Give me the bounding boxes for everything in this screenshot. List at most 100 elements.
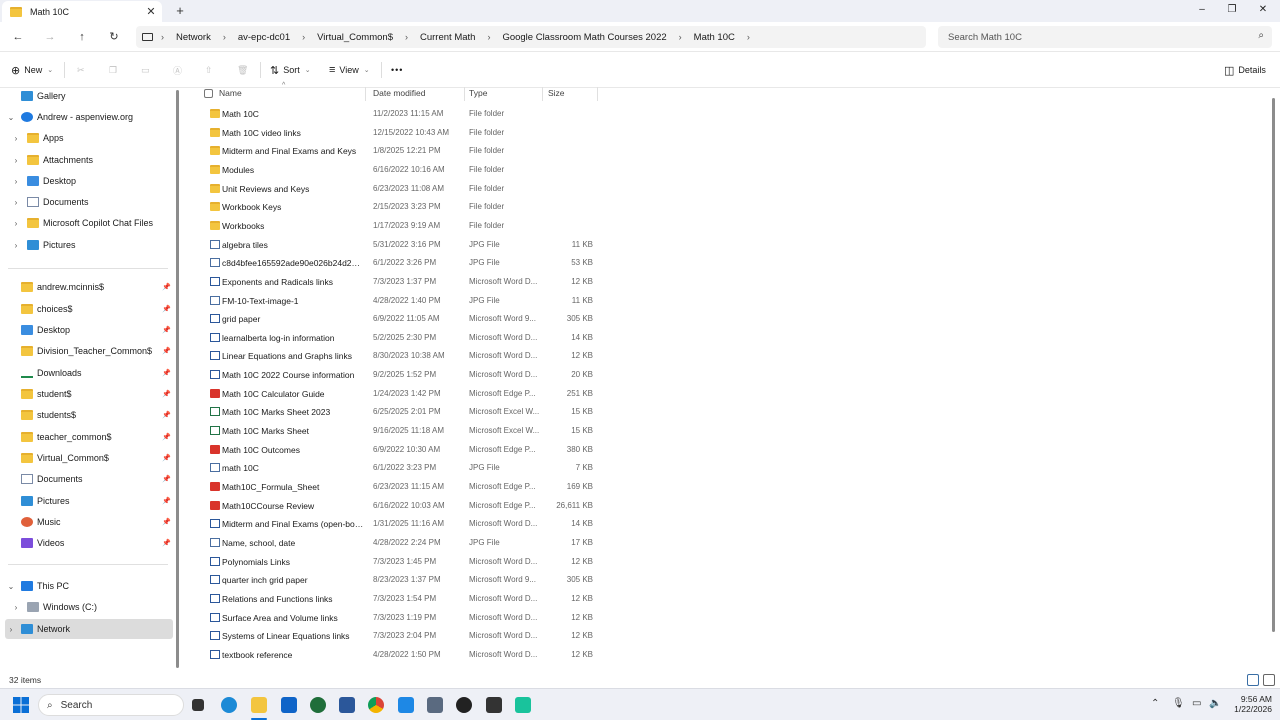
taskbar-search[interactable]: ⌕ Search: [38, 694, 184, 716]
app-icon[interactable]: [515, 697, 531, 713]
file-row[interactable]: quarter inch grid paper 8/23/2023 1:37 PM…: [193, 571, 598, 589]
windows-start-icon[interactable]: [13, 697, 29, 713]
file-row[interactable]: FM-10-Text-image-1 4/28/2022 1:40 PM JPG F…: [193, 292, 598, 310]
nav-item-documents[interactable]: › Documents: [0, 192, 175, 212]
column-divider[interactable]: [542, 87, 543, 101]
nav-item-windows-c[interactable]: › Windows (C:): [0, 597, 175, 617]
chevron-right-icon[interactable]: ›: [11, 156, 21, 165]
quick-access-pictures[interactable]: Pictures 📌: [0, 491, 175, 511]
breadcrumb-math-10c[interactable]: Math 10C: [694, 32, 735, 43]
outlook-icon[interactable]: [281, 697, 297, 713]
clock[interactable]: 9:56 AM 1/22/2026: [1222, 694, 1272, 714]
maximize-button[interactable]: ❐: [1217, 0, 1247, 20]
tab-math-10c[interactable]: Math 10C ✕: [2, 1, 162, 22]
chevron-down-icon[interactable]: ⌄: [6, 113, 16, 122]
nav-item-attachments[interactable]: › Attachments: [0, 150, 175, 170]
file-row[interactable]: learnalberta log-in information 5/2/2025 …: [193, 329, 598, 347]
breadcrumb-network[interactable]: Network: [176, 32, 211, 43]
file-row[interactable]: Polynomials Links 7/3/2023 1:45 PM Microso…: [193, 553, 598, 571]
file-row[interactable]: Linear Equations and Graphs links 8/30/20…: [193, 347, 598, 365]
chrome-icon[interactable]: [368, 697, 384, 713]
file-row[interactable]: c8d4bfee165592ade90e026b24d25864 6/1/2022…: [193, 254, 598, 272]
quick-access-teacher-common-[interactable]: teacher_common$ 📌: [0, 427, 175, 447]
column-divider[interactable]: [464, 87, 465, 101]
chevron-right-icon[interactable]: ›: [747, 32, 750, 42]
app-icon[interactable]: [456, 697, 472, 713]
breadcrumb-share[interactable]: Virtual_Common$: [317, 32, 393, 43]
edge-browser-icon[interactable]: [221, 697, 237, 713]
file-row[interactable]: algebra tiles 5/31/2022 3:16 PM JPG File 11…: [193, 236, 598, 254]
share-icon[interactable]: ⇧: [205, 63, 213, 77]
quick-access-documents[interactable]: Documents 📌: [0, 469, 175, 489]
forward-button[interactable]: →: [42, 29, 58, 45]
column-header-type[interactable]: Type: [469, 88, 487, 98]
display-icon[interactable]: ▭: [1192, 698, 1201, 709]
file-row[interactable]: Workbooks 1/17/2023 9:19 AM File folder: [193, 217, 598, 235]
chevron-right-icon[interactable]: ›: [6, 625, 16, 634]
nav-item-network[interactable]: › Network: [5, 619, 173, 639]
nav-item-apps[interactable]: › Apps: [0, 128, 175, 148]
file-row[interactable]: Systems of Linear Equations links 7/3/202…: [193, 627, 598, 645]
file-row[interactable]: Midterm and Final Exams (open-book ... 1/…: [193, 515, 598, 533]
column-divider[interactable]: [365, 87, 366, 101]
quick-access-music[interactable]: Music 📌: [0, 512, 175, 532]
breadcrumb-current-math[interactable]: Current Math: [420, 32, 475, 43]
file-explorer-icon[interactable]: [251, 697, 267, 713]
nav-item-onedrive[interactable]: ⌄ Andrew - aspenview.org: [0, 107, 175, 127]
column-divider[interactable]: [597, 87, 598, 101]
file-row[interactable]: Math 10C Outcomes 6/9/2022 10:30 AM Micros…: [193, 441, 598, 459]
quick-access-division-teacher-common-[interactable]: Division_Teacher_Common$ 📌: [0, 341, 175, 361]
word-icon[interactable]: [339, 697, 355, 713]
file-row[interactable]: Exponents and Radicals links 7/3/2023 1:3…: [193, 273, 598, 291]
cut-icon[interactable]: ✂: [77, 63, 85, 77]
chevron-right-icon[interactable]: ›: [11, 241, 21, 250]
file-row[interactable]: Math 10C 11/2/2023 11:15 AM File folder: [193, 105, 598, 123]
chevron-right-icon[interactable]: ›: [11, 219, 21, 228]
up-button[interactable]: ↑: [74, 29, 90, 45]
file-row[interactable]: Relations and Functions links 7/3/2023 1:…: [193, 590, 598, 608]
close-window-button[interactable]: ✕: [1248, 0, 1278, 20]
file-row[interactable]: grid paper 6/9/2022 11:05 AM Microsoft Wor…: [193, 310, 598, 328]
file-row[interactable]: Math 10C 2022 Course information 9/2/2025…: [193, 366, 598, 384]
details-view-icon[interactable]: [1247, 674, 1259, 686]
sort-button[interactable]: ⇅ Sort ⌄: [270, 63, 311, 77]
quick-access-videos[interactable]: Videos 📌: [0, 533, 175, 553]
select-all-checkbox[interactable]: [204, 89, 213, 98]
app-icon[interactable]: [486, 697, 502, 713]
file-row[interactable]: Unit Reviews and Keys 6/23/2023 11:08 AM F…: [193, 180, 598, 198]
close-tab-icon[interactable]: ✕: [144, 5, 158, 18]
nav-item-desktop[interactable]: › Desktop: [0, 171, 175, 191]
nav-scrollbar[interactable]: [176, 90, 179, 668]
speaker-icon[interactable]: 🔈: [1209, 698, 1221, 709]
nav-item-this-pc[interactable]: ⌄ This PC: [0, 576, 175, 596]
file-row[interactable]: Math10C_Formula_Sheet 6/23/2023 11:15 AM M…: [193, 478, 598, 496]
file-list-scrollbar[interactable]: [1272, 98, 1275, 632]
view-button[interactable]: ≡ View ⌄: [329, 63, 370, 77]
more-options-icon[interactable]: •••: [391, 63, 403, 77]
rename-icon[interactable]: Ⓐ: [173, 63, 182, 77]
chevron-right-icon[interactable]: ›: [11, 198, 21, 207]
file-row[interactable]: Math10CCourse Review 6/16/2022 10:03 AM Mi…: [193, 497, 598, 515]
large-icons-view-icon[interactable]: [1263, 674, 1275, 686]
file-row[interactable]: Workbook Keys 2/15/2023 3:23 PM File folde…: [193, 198, 598, 216]
file-row[interactable]: Math 10C Calculator Guide 1/24/2023 1:42 …: [193, 385, 598, 403]
file-row[interactable]: Midterm and Final Exams and Keys 1/8/2025…: [193, 142, 598, 160]
delete-icon[interactable]: 🗑: [237, 63, 248, 77]
file-row[interactable]: math 10C 6/1/2022 3:23 PM JPG File 7 KB: [193, 459, 598, 477]
file-row[interactable]: Surface Area and Volume links 7/3/2023 1:…: [193, 609, 598, 627]
microphone-icon[interactable]: 🎙: [1172, 698, 1185, 709]
column-header-size[interactable]: Size: [548, 88, 565, 98]
address-bar[interactable]: › Network › av-epc-dc01 › Virtual_Common…: [136, 26, 926, 48]
back-button[interactable]: ←: [10, 29, 26, 45]
quick-access-andrew-mcinnis-[interactable]: andrew.mcinnis$ 📌: [0, 277, 175, 297]
nav-item-gallery[interactable]: Gallery: [0, 88, 175, 106]
column-header-date[interactable]: Date modified: [373, 88, 425, 98]
file-row[interactable]: Modules 6/16/2022 10:16 AM File folder: [193, 161, 598, 179]
chevron-right-icon[interactable]: ›: [11, 603, 21, 612]
paste-icon[interactable]: ▭: [141, 63, 150, 77]
chevron-right-icon[interactable]: ›: [11, 177, 21, 186]
file-row[interactable]: Math 10C Marks Sheet 2023 6/25/2025 2:01 …: [193, 403, 598, 421]
quick-access-downloads[interactable]: Downloads 📌: [0, 363, 175, 383]
quick-access-desktop[interactable]: Desktop 📌: [0, 320, 175, 340]
calculator-icon[interactable]: [427, 697, 443, 713]
